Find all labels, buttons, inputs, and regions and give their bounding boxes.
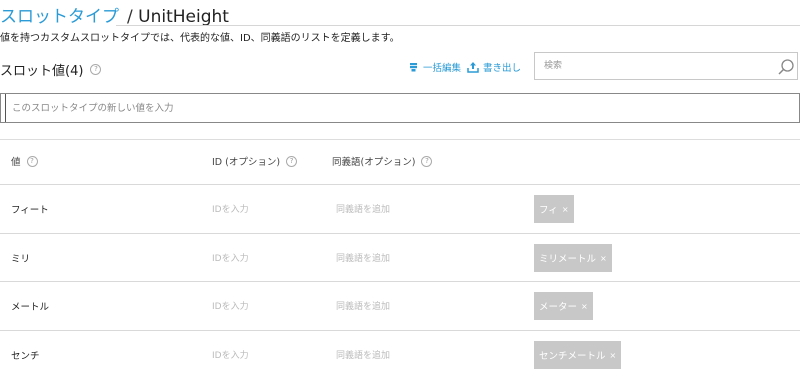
row-divider	[0, 330, 800, 331]
remove-synonym-icon[interactable]: ×	[581, 302, 588, 311]
bulk-edit-icon	[410, 63, 417, 72]
column-header-value: 値 ?	[11, 154, 38, 168]
synonym-input[interactable]: 同義語を追加	[336, 299, 390, 312]
table-row: メートル IDを入力 同義語を追加 メーター ×	[0, 281, 800, 330]
bulk-edit-button[interactable]: 一括編集	[409, 60, 461, 74]
search-input[interactable]	[535, 53, 774, 79]
search-icon[interactable]	[777, 58, 795, 76]
synonym-chip-label: フィ	[539, 205, 558, 216]
page-header: スロットタイプ / UnitHeight	[0, 0, 800, 27]
remove-synonym-icon[interactable]: ×	[562, 205, 569, 214]
id-input[interactable]: IDを入力	[212, 251, 249, 264]
slot-type-name: UnitHeight	[138, 7, 229, 27]
new-value-box	[0, 93, 800, 123]
table-top-divider	[0, 139, 800, 140]
column-header-id-label: ID (オプション)	[212, 157, 281, 168]
synonym-input[interactable]: 同義語を追加	[336, 348, 390, 361]
row-divider	[0, 184, 800, 185]
new-slot-value-input[interactable]	[5, 94, 792, 122]
help-icon[interactable]: ?	[26, 155, 38, 167]
table-row: ミリ IDを入力 同義語を追加 ミリメートル ×	[0, 233, 800, 282]
slot-values-title: スロット値(4)	[0, 64, 84, 79]
table-row: センチ IDを入力 同義語を追加 センチメートル ×	[0, 330, 800, 379]
export-label: 書き出し	[483, 63, 522, 74]
id-input[interactable]: IDを入力	[212, 348, 249, 361]
header-divider	[116, 25, 800, 26]
remove-synonym-icon[interactable]: ×	[600, 254, 607, 263]
help-icon[interactable]: ?	[286, 155, 298, 167]
search-box	[534, 52, 798, 80]
bulk-edit-label: 一括編集	[423, 63, 462, 74]
upload-icon	[467, 61, 479, 73]
id-input[interactable]: IDを入力	[212, 202, 249, 215]
slot-values-heading: スロット値(4) ?	[0, 60, 102, 79]
synonym-chip: ミリメートル ×	[534, 244, 612, 272]
table-row: フィート IDを入力 同義語を追加 フィ ×	[0, 184, 800, 233]
slot-value[interactable]: メートル	[11, 299, 49, 313]
synonym-chip-label: メーター	[539, 302, 578, 313]
column-header-synonyms-label: 同義語(オプション)	[332, 157, 416, 168]
column-header-value-label: 値	[11, 157, 21, 168]
synonym-chip-label: ミリメートル	[539, 254, 597, 265]
synonym-input[interactable]: 同義語を追加	[336, 251, 390, 264]
id-input[interactable]: IDを入力	[212, 299, 249, 312]
page-description: 値を持つカスタムスロットタイプでは、代表的な値、ID、同義語のリストを定義します…	[0, 33, 400, 44]
slot-value[interactable]: フィート	[11, 202, 49, 216]
synonym-chip: センチメートル ×	[534, 341, 622, 369]
help-icon[interactable]: ?	[421, 155, 433, 167]
synonym-chip: メーター ×	[534, 292, 593, 320]
slot-value[interactable]: センチ	[11, 348, 40, 362]
column-header-synonyms: 同義語(オプション) ?	[332, 154, 433, 168]
row-divider	[0, 281, 800, 282]
synonym-chip-label: センチメートル	[539, 351, 606, 362]
synonym-chip: フィ ×	[534, 195, 574, 223]
remove-synonym-icon[interactable]: ×	[610, 351, 617, 360]
column-header-id: ID (オプション) ?	[212, 154, 298, 168]
page-title: スロットタイプ / UnitHeight	[0, 2, 229, 27]
row-divider	[0, 233, 800, 234]
breadcrumb-separator: /	[127, 7, 133, 27]
slot-value[interactable]: ミリ	[11, 251, 30, 265]
help-icon[interactable]: ?	[90, 64, 102, 75]
slot-types-breadcrumb-link[interactable]: スロットタイプ	[0, 7, 119, 27]
synonym-input[interactable]: 同義語を追加	[336, 202, 390, 215]
export-button[interactable]: 書き出し	[467, 60, 521, 74]
